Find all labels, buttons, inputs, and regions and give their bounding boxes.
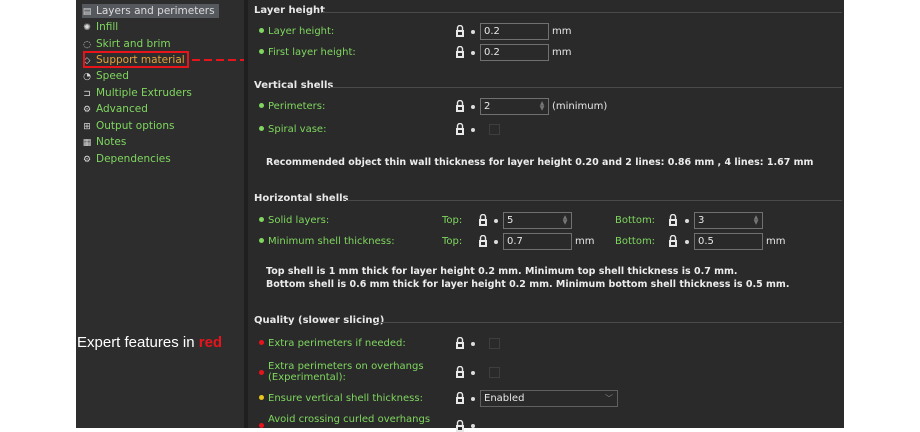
perimeters-unit: (minimum) [552,101,608,112]
extra-perimeters-label: Extra perimeters if needed: [259,338,406,349]
section-horizontal-shells-title: Horizontal shells [254,193,349,204]
extruder-icon: ⊐ [83,89,91,99]
sidebar-item-label: Skirt and brim [96,38,171,50]
section-rule [346,200,842,201]
infill-icon: ✺ [83,23,91,33]
bottom-label: Bottom: [615,215,656,226]
chevron-down-icon: ﹀ [605,394,613,403]
bullet-icon [494,219,498,223]
sidebar-item[interactable]: ⚙ Dependencies [82,152,171,166]
min-bottom-thickness-unit: mm [766,236,786,247]
sidebar-item-label: Layers and perimeters [96,5,215,17]
bottom-label: Bottom: [615,236,656,247]
bullet-icon [471,342,475,346]
lock-icon[interactable] [455,100,469,112]
extra-perimeters-overhangs-label: Extra perimeters on overhangs (Experiment… [259,361,424,383]
min-shell-thickness-label: Minimum shell thickness: [259,236,395,247]
sidebar-item-label: Speed [96,70,129,82]
lock-icon[interactable] [668,235,682,247]
bullet-icon [685,240,689,244]
thin-wall-info: Recommended object thin wall thickness f… [266,157,814,168]
bullet-icon [471,105,475,109]
support-material-highlight [83,51,189,68]
spin-arrows-icon[interactable]: ▲ ▼ [561,215,569,226]
sidebar-item[interactable]: ⊞ Output options [82,119,174,133]
section-rule [330,87,842,88]
perimeters-label: Perimeters: [259,101,325,112]
ensure-vertical-shell-label: Ensure vertical shell thickness: [259,393,423,404]
first-layer-height-input[interactable]: 0.2 [480,44,549,61]
sidebar-item-label: Infill [96,21,119,33]
bullet-icon [471,424,475,428]
lock-icon[interactable] [478,235,492,247]
top-label: Top: [442,215,463,226]
layer-height-label: Layer height: [259,26,334,37]
dependencies-icon: ⚙ [82,155,92,165]
sidebar-item-label: Dependencies [96,153,171,165]
lock-icon[interactable] [455,337,469,349]
bullet-icon [471,371,475,375]
top-solid-layers-stepper[interactable]: 5 ▲ ▼ [503,212,572,229]
section-layer-height-title: Layer height [254,5,325,16]
section-rule [322,12,842,13]
bullet-icon [494,240,498,244]
lock-icon[interactable] [455,420,469,432]
sidebar-item[interactable]: ✺ Infill [82,20,118,34]
bullet-icon [685,219,689,223]
solid-layers-label: Solid layers: [259,215,329,226]
layers-icon: ▤ [82,7,92,17]
speed-icon: ◔ [83,72,91,82]
bullet-icon [471,30,475,34]
bottom-shell-info: Bottom shell is 0.6 mm thick for layer h… [266,279,790,290]
first-layer-height-label: First layer height: [259,47,356,58]
skirt-icon: ◌ [83,40,91,50]
bullet-icon [471,397,475,401]
layer-height-unit: mm [552,26,572,37]
min-top-thickness-input[interactable]: 0.7 [503,233,572,250]
min-bottom-thickness-input[interactable]: 0.5 [694,233,763,250]
sidebar-item[interactable]: ▤ Layers and perimeters [82,4,219,18]
sidebar-item[interactable]: ◌ Skirt and brim [82,37,171,51]
lock-icon[interactable] [478,214,492,226]
notes-icon: ▦ [82,138,92,148]
output-icon: ⊞ [83,122,91,132]
lock-icon[interactable] [455,25,469,37]
bottom-solid-layers-stepper[interactable]: 3 ▲ ▼ [694,212,763,229]
sidebar-item-label: Output options [96,120,175,132]
bullet-icon [471,128,475,132]
sidebar-item-label: Advanced [96,103,148,115]
perimeters-stepper[interactable]: 2 ▲ ▼ [480,98,549,115]
bullet-icon [471,51,475,55]
spin-arrows-icon[interactable]: ▲ ▼ [538,101,546,112]
sidebar-item[interactable]: ⊐ Multiple Extruders [82,86,192,100]
first-layer-height-unit: mm [552,47,572,58]
top-label: Top: [442,236,463,247]
expert-features-caption: Expert features in red [77,334,223,351]
spin-arrows-icon[interactable]: ▲ ▼ [752,215,760,226]
sidebar-item[interactable]: ◔ Speed [82,69,129,83]
sidebar-item[interactable]: ⚙ Advanced [82,102,148,116]
lock-icon[interactable] [455,392,469,404]
advanced-icon: ⚙ [82,105,92,115]
lock-icon[interactable] [668,214,682,226]
section-vertical-shells-title: Vertical shells [254,80,334,91]
section-quality-title: Quality (slower slicing) [254,315,385,326]
extra-perimeters-checkbox[interactable] [489,338,500,349]
lock-icon[interactable] [455,123,469,135]
extra-perimeters-overhangs-checkbox[interactable] [489,367,500,378]
spiral-vase-label: Spiral vase: [259,124,326,135]
layer-height-input[interactable]: 0.2 [480,23,549,40]
top-shell-info: Top shell is 1 mm thick for layer height… [266,266,738,277]
min-top-thickness-unit: mm [575,236,595,247]
sidebar-item[interactable]: ▦ Notes [82,135,127,149]
lock-icon[interactable] [455,46,469,58]
lock-icon[interactable] [455,366,469,378]
section-rule [376,322,842,323]
sidebar-item-label: Notes [96,136,127,148]
avoid-crossing-curled-label: Avoid crossing curled overhangs [259,414,430,428]
spiral-vase-checkbox[interactable] [489,124,500,135]
sidebar-item-label: Multiple Extruders [96,87,192,99]
ensure-vertical-shell-select[interactable]: Enabled ﹀ [480,390,618,407]
